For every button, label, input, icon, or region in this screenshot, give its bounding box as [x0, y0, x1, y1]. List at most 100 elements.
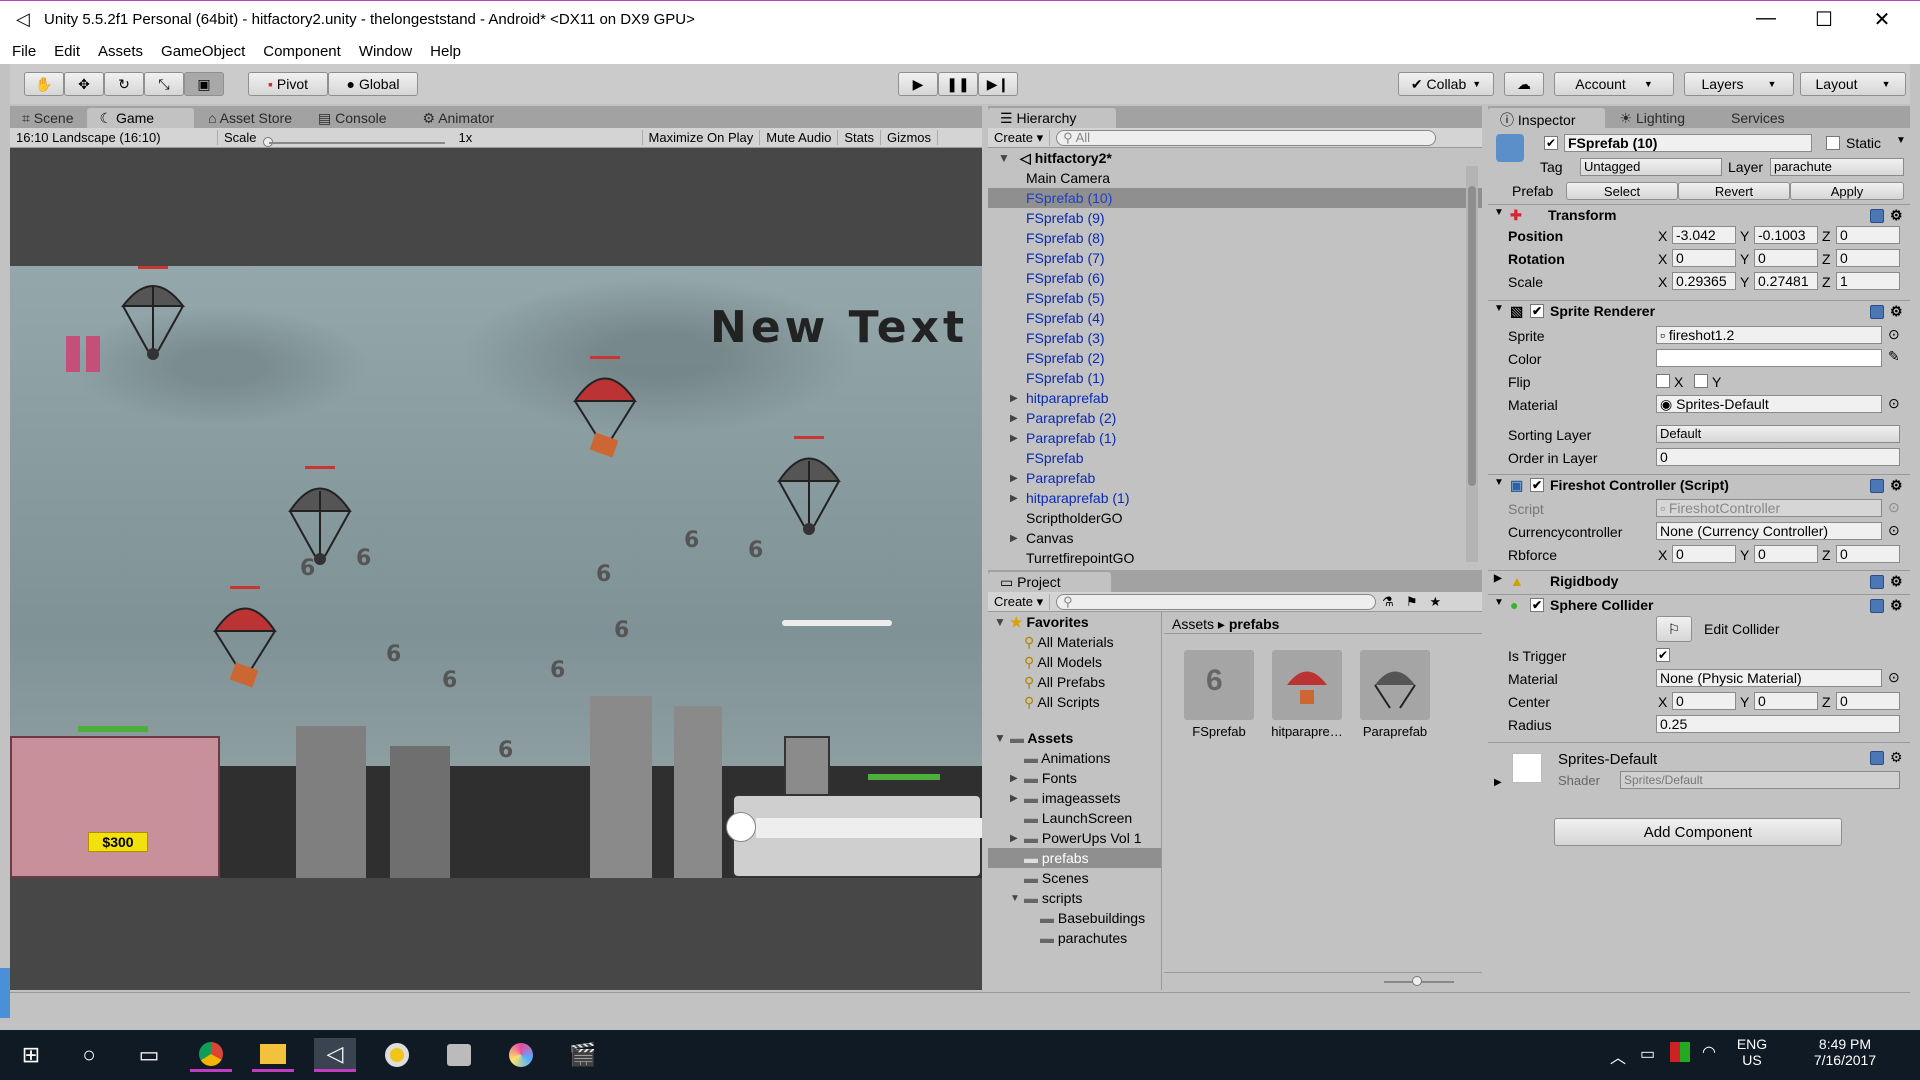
rbforce-z-field[interactable]: 0: [1836, 545, 1900, 563]
favorite-star-icon[interactable]: ★: [1423, 594, 1447, 610]
hierarchy-item[interactable]: Main Camera: [988, 168, 1482, 188]
mute-audio-toggle[interactable]: Mute Audio: [760, 130, 839, 145]
windows-icon[interactable]: ⊞: [10, 1038, 52, 1072]
language-indicator[interactable]: ENG US: [1734, 1036, 1770, 1068]
task-view-icon[interactable]: ▭: [128, 1038, 170, 1072]
prefab-revert-button[interactable]: Revert: [1678, 182, 1790, 200]
asset-thumbnail[interactable]: [1272, 650, 1342, 720]
hierarchy-item[interactable]: ▶ Paraprefab: [988, 468, 1482, 488]
folder-item[interactable]: ▬ Scenes: [988, 868, 1161, 888]
hierarchy-item[interactable]: FSprefab (1): [988, 368, 1482, 388]
prefab-select-button[interactable]: Select: [1566, 182, 1678, 200]
center-x-field[interactable]: 0: [1672, 692, 1736, 710]
maximize-on-play-toggle[interactable]: Maximize On Play: [643, 130, 761, 145]
tray-app-icon[interactable]: [1680, 1042, 1690, 1062]
sprite-field[interactable]: ▫ fireshot1.2: [1656, 326, 1882, 344]
center-y-field[interactable]: 0: [1754, 692, 1818, 710]
static-dropdown-icon[interactable]: ▼: [1896, 135, 1906, 146]
rect-tool-icon[interactable]: ▣: [184, 72, 224, 96]
hierarchy-scroll-thumb[interactable]: [1468, 186, 1476, 486]
position-y-field[interactable]: -0.1003: [1754, 226, 1818, 244]
close-button[interactable]: ✕: [1862, 7, 1902, 32]
static-checkbox[interactable]: [1826, 136, 1840, 150]
unity-icon[interactable]: ◁: [314, 1038, 356, 1072]
expand-arrow-icon[interactable]: ▼: [994, 612, 1006, 632]
expand-arrow-icon[interactable]: ▶: [1010, 489, 1018, 509]
eyedropper-icon[interactable]: ✎: [1888, 348, 1900, 365]
move-tool-icon[interactable]: ✥: [64, 72, 104, 96]
expand-arrow-icon[interactable]: ▶: [1494, 777, 1502, 788]
tab-animator[interactable]: ⚙ Animator: [411, 108, 507, 128]
scale-y-field[interactable]: 0.27481: [1754, 272, 1818, 290]
tray-app-icon[interactable]: [1670, 1042, 1680, 1062]
rigidbody-header[interactable]: ▶ ▲ Rigidbody ⚙: [1488, 570, 1910, 592]
rotation-x-field[interactable]: 0: [1672, 249, 1736, 267]
maximize-button[interactable]: ☐: [1804, 7, 1844, 32]
folder-item[interactable]: ▼ ▬ scripts: [988, 888, 1161, 908]
menu-assets[interactable]: Assets: [89, 40, 152, 60]
expand-arrow-icon[interactable]: ▶: [1010, 769, 1018, 789]
expand-arrow-icon[interactable]: ▶: [1010, 829, 1018, 849]
hierarchy-item[interactable]: FSprefab: [988, 448, 1482, 468]
collapse-arrow-icon[interactable]: ▼: [1494, 303, 1504, 314]
hierarchy-create-dropdown[interactable]: Create ▾: [988, 129, 1051, 146]
collider-material-field[interactable]: None (Physic Material): [1656, 669, 1882, 687]
hierarchy-item[interactable]: ▶ Paraprefab (2): [988, 408, 1482, 428]
folder-item[interactable]: ▶ ▬ imageassets: [988, 788, 1161, 808]
global-toggle[interactable]: ● Global: [328, 72, 418, 96]
expand-arrow-icon[interactable]: ▶: [1010, 789, 1018, 809]
tag-dropdown[interactable]: Untagged: [1580, 158, 1722, 176]
scale-tool-icon[interactable]: ⤡: [144, 72, 184, 96]
pause-bar-icon[interactable]: [86, 336, 100, 372]
sphere-collider-enabled-checkbox[interactable]: ✔: [1530, 598, 1544, 612]
collapse-arrow-icon[interactable]: ▼: [1494, 597, 1504, 608]
clapper-icon[interactable]: 🎬: [562, 1038, 604, 1072]
layer-dropdown[interactable]: parachute: [1770, 158, 1904, 176]
tab-asset-store[interactable]: ⌂ Asset Store: [196, 108, 304, 128]
flip-x-checkbox[interactable]: [1656, 374, 1670, 388]
play-button[interactable]: ▶: [898, 72, 938, 96]
cortana-icon[interactable]: ○: [68, 1038, 110, 1072]
radius-field[interactable]: 0.25: [1656, 715, 1900, 733]
help-book-icon[interactable]: [1870, 479, 1884, 493]
hierarchy-item-selected[interactable]: FSprefab (10): [988, 188, 1482, 208]
paint-icon[interactable]: [500, 1038, 542, 1072]
hierarchy-item[interactable]: FSprefab (4): [988, 308, 1482, 328]
chrome-icon[interactable]: [190, 1038, 232, 1072]
tab-hierarchy[interactable]: ☰ Hierarchy: [988, 108, 1117, 128]
gear-icon[interactable]: ⚙: [1890, 749, 1903, 766]
rotation-y-field[interactable]: 0: [1754, 249, 1818, 267]
sphere-collider-header[interactable]: ▼ ● ✔ Sphere Collider ⚙: [1488, 594, 1910, 616]
prefab-apply-button[interactable]: Apply: [1790, 182, 1904, 200]
breadcrumb-item[interactable]: Assets: [1172, 616, 1214, 632]
wifi-icon[interactable]: ◠: [1702, 1042, 1716, 1062]
hierarchy-item[interactable]: FSprefab (8): [988, 228, 1482, 248]
object-picker-icon[interactable]: ⊙: [1888, 395, 1900, 412]
hierarchy-item[interactable]: ▶ Paraprefab (1): [988, 428, 1482, 448]
gear-icon[interactable]: ⚙: [1890, 207, 1903, 224]
hand-tool-icon[interactable]: ✋: [24, 72, 64, 96]
transform-header[interactable]: ▼ ✚ Transform ⚙: [1488, 204, 1910, 226]
flip-y-checkbox[interactable]: [1694, 374, 1708, 388]
tab-inspector[interactable]: ⓘ Inspector: [1488, 108, 1606, 128]
thumbnail-size-thumb[interactable]: [1412, 976, 1422, 986]
favorite-item[interactable]: ⚲ All Scripts: [988, 692, 1161, 712]
aspect-dropdown[interactable]: 16:10 Landscape (16:10): [10, 130, 218, 145]
folder-item[interactable]: ▬ Animations: [988, 748, 1161, 768]
rotate-tool-icon[interactable]: ↻: [104, 72, 144, 96]
step-button[interactable]: ▶❙: [978, 72, 1018, 96]
scene-root[interactable]: ▼ ◁ hitfactory2*: [988, 148, 1482, 168]
expand-arrow-icon[interactable]: ▶: [1010, 529, 1018, 549]
asset-thumbnail[interactable]: [1360, 650, 1430, 720]
help-book-icon[interactable]: [1870, 599, 1884, 613]
position-z-field[interactable]: 0: [1836, 226, 1900, 244]
gear-icon[interactable]: ⚙: [1890, 573, 1903, 590]
stats-toggle[interactable]: Stats: [838, 130, 881, 145]
order-in-layer-field[interactable]: 0: [1656, 448, 1900, 466]
shader-dropdown[interactable]: Sprites/Default: [1620, 771, 1900, 789]
hierarchy-item[interactable]: FSprefab (6): [988, 268, 1482, 288]
hierarchy-item[interactable]: FSprefab (2): [988, 348, 1482, 368]
layers-dropdown[interactable]: Layers ▼: [1684, 72, 1794, 96]
active-checkbox[interactable]: ✔: [1544, 136, 1558, 150]
scale-x-field[interactable]: 0.29365: [1672, 272, 1736, 290]
